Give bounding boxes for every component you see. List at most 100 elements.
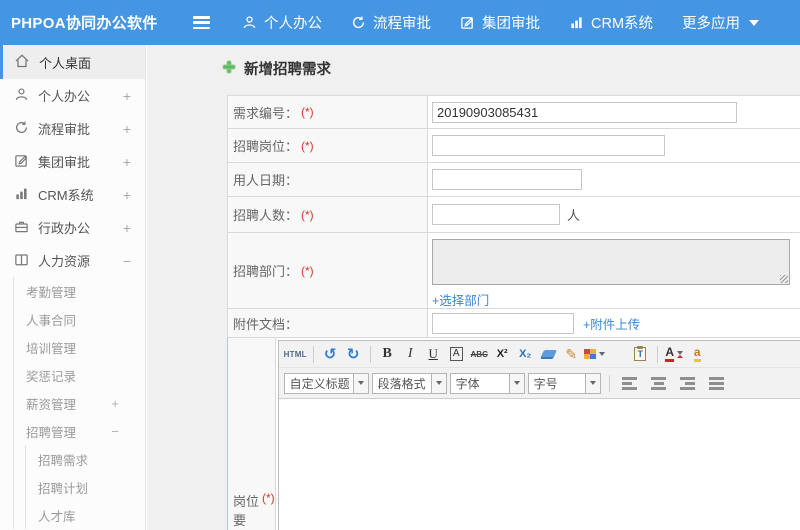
topnav-workflow[interactable]: 流程审批	[351, 12, 431, 33]
sidebar-item-talent-pool[interactable]: 人才库	[26, 501, 145, 529]
topnav-group-approval[interactable]: 集团审批	[460, 12, 540, 33]
underline-button[interactable]: U	[423, 344, 444, 365]
remove-format-eraser-button[interactable]	[538, 344, 559, 365]
eraser-icon	[539, 349, 557, 359]
paragraph-format-select[interactable]: 段落格式	[371, 372, 447, 394]
sidebar-item-admin-office[interactable]: 行政办公 +	[0, 211, 145, 244]
expand-plus-icon[interactable]: +	[111, 396, 119, 411]
required-mark: (*)	[301, 263, 314, 278]
redo-button[interactable]: ↻	[343, 344, 364, 365]
caret-down-icon	[677, 350, 684, 358]
attachment-input[interactable]	[432, 312, 574, 334]
sidebar-item-training[interactable]: 培训管理	[14, 333, 145, 361]
label-text: 附件文档：	[233, 316, 299, 332]
sidebar-item-personal-office[interactable]: 个人办公 +	[0, 79, 145, 112]
sidebar-item-group-approval[interactable]: 集团审批 +	[0, 145, 145, 178]
paste-plain-button[interactable]: T	[630, 344, 651, 365]
sidebar-item-salary[interactable]: 薪资管理 +	[14, 389, 145, 417]
field-label: 招聘人数： (*)	[228, 197, 428, 232]
home-icon	[14, 53, 30, 72]
blockquote-button[interactable]	[607, 344, 628, 365]
sidebar-item-label: 考勤管理	[26, 285, 77, 300]
highlight-color-button[interactable]: a	[687, 344, 708, 365]
color-palette-button[interactable]	[583, 344, 605, 365]
align-left-button[interactable]	[620, 373, 641, 394]
expand-plus-icon[interactable]: +	[123, 88, 131, 104]
format-painter-button[interactable]: ✎	[561, 344, 582, 365]
expand-plus-icon[interactable]: +	[123, 187, 131, 203]
sidebar-item-crm[interactable]: CRM系统 +	[0, 178, 145, 211]
required-mark: (*)	[301, 105, 314, 119]
clipboard-icon: T	[634, 346, 647, 361]
align-justify-icon	[709, 377, 725, 390]
undo-button[interactable]: ↺	[320, 344, 341, 365]
heading-select[interactable]: 自定义标题	[283, 372, 369, 394]
strikethrough-button[interactable]: ABC	[469, 344, 490, 365]
bold-button[interactable]: B	[377, 344, 398, 365]
topnav-label: 个人办公	[264, 16, 322, 32]
editor-content-area[interactable]	[278, 399, 800, 530]
edit-icon	[460, 15, 475, 30]
sidebar-item-workflow[interactable]: 流程审批 +	[0, 112, 145, 145]
toolbar-separator	[312, 345, 314, 363]
topnav-crm[interactable]: CRM系统	[569, 12, 653, 33]
label-text: 招聘岗位：	[233, 139, 299, 154]
sidebar-item-desktop[interactable]: 个人桌面	[0, 45, 145, 79]
department-textarea[interactable]	[432, 239, 790, 285]
sidebar-item-rewards[interactable]: 奖惩记录	[14, 361, 145, 389]
topnav-more-apps[interactable]: 更多应用	[682, 12, 760, 33]
expand-plus-icon[interactable]: +	[123, 154, 131, 170]
attachment-upload-link[interactable]: +附件上传	[583, 314, 640, 333]
label-text: 需求编号：	[233, 105, 299, 121]
sidebar-item-label: 人力资源	[38, 254, 91, 269]
sidebar-item-recruit-plan[interactable]: 招聘计划	[26, 473, 145, 501]
recruit-request-form: 需求编号： (*) 招聘岗位： (*) 用人日期：	[227, 95, 800, 530]
menu-toggle-icon[interactable]	[193, 16, 210, 29]
font-color-button[interactable]: A	[664, 344, 685, 365]
sidebar-item-hr[interactable]: 人力资源 −	[0, 244, 145, 277]
align-right-button[interactable]	[678, 373, 699, 394]
superscript-button[interactable]: X²	[492, 344, 513, 365]
font-style-button[interactable]: A	[446, 344, 467, 365]
italic-button[interactable]: I	[400, 344, 421, 365]
resize-grip-icon[interactable]	[780, 275, 788, 283]
sidebar: 个人桌面 个人办公 + 流程审批 + 集团审批 + CRM系统 + 行政办公 +…	[0, 45, 146, 530]
form-row-position: 招聘岗位： (*)	[227, 129, 800, 163]
field-value-cell	[428, 129, 800, 162]
select-caret-button[interactable]	[509, 372, 525, 394]
select-caret-button[interactable]	[585, 372, 601, 394]
position-input[interactable]	[432, 135, 665, 156]
person-icon	[242, 15, 257, 30]
align-center-button[interactable]	[649, 373, 670, 394]
app-logo: PHPOA协同办公软件	[11, 15, 158, 32]
sidebar-item-label: 薪资管理	[26, 397, 77, 412]
sidebar-item-attendance[interactable]: 考勤管理	[14, 277, 145, 305]
hr-submenu: 考勤管理 人事合同 培训管理 奖惩记录 薪资管理 + 招聘管理 − 招聘需求 招…	[13, 277, 145, 529]
html-source-button[interactable]: HTML	[284, 344, 307, 365]
select-value: 段落格式	[371, 372, 432, 394]
field-value-cell	[428, 163, 800, 196]
select-caret-button[interactable]	[353, 372, 369, 394]
select-value: 自定义标题	[283, 372, 354, 394]
font-family-select[interactable]: 字体	[449, 372, 525, 394]
collapse-minus-icon[interactable]: −	[111, 424, 119, 439]
topnav-personal-office[interactable]: 个人办公	[242, 12, 322, 33]
font-size-select[interactable]: 字号	[527, 372, 601, 394]
align-justify-button[interactable]	[707, 373, 728, 394]
sidebar-item-recruit-request[interactable]: 招聘需求	[26, 445, 145, 473]
hire-date-input[interactable]	[432, 169, 582, 190]
sidebar-item-hr-contract[interactable]: 人事合同	[14, 305, 145, 333]
main-content: 新增招聘需求 需求编号： (*) 招聘岗位： (*) 用人	[147, 45, 800, 530]
headcount-input[interactable]	[432, 204, 560, 225]
collapse-minus-icon[interactable]: −	[123, 253, 131, 269]
subscript-button[interactable]: X₂	[515, 344, 536, 365]
select-value: 字体	[449, 372, 510, 394]
sidebar-item-recruit-mgmt[interactable]: 招聘管理 −	[14, 417, 145, 445]
expand-plus-icon[interactable]: +	[123, 220, 131, 236]
select-department-link[interactable]: +选择部门	[432, 290, 489, 309]
request-no-input[interactable]	[432, 101, 737, 123]
align-center-icon	[651, 377, 667, 390]
expand-plus-icon[interactable]: +	[123, 121, 131, 137]
select-caret-button[interactable]	[431, 372, 447, 394]
headcount-unit: 人	[567, 208, 581, 223]
